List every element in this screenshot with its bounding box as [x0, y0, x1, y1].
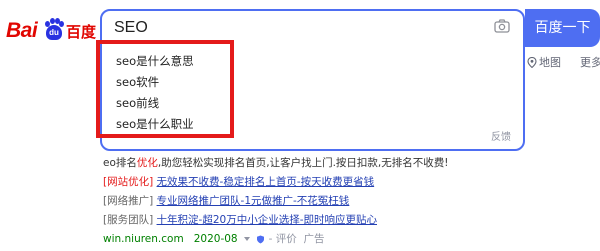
ad-sublink[interactable]: 专业网络推广团队-1元做推广-不花冤枉钱: [157, 195, 350, 207]
map-pin-icon: [527, 56, 537, 68]
ad-sublink[interactable]: 无效果不收费-稳定排名上首页-按天收费更省钱: [157, 176, 375, 188]
ad-date: 2020-08: [193, 233, 238, 245]
review-link[interactable]: 评价: [276, 233, 297, 245]
ad-sublink[interactable]: 十年积淀-超20万中小企业选择-即时响应更贴心: [157, 214, 377, 226]
ad-tag: [网络推广]: [103, 195, 154, 207]
map-link[interactable]: 地图: [527, 54, 561, 70]
suggestion-item[interactable]: seo前线: [116, 93, 194, 114]
shield-icon: [257, 235, 265, 243]
dropdown-arrow-icon[interactable]: [243, 237, 250, 241]
suggestion-item[interactable]: seo是什么意思: [116, 51, 194, 72]
ad-tag: [网站优化]: [103, 176, 154, 188]
suggestion-list: seo是什么意思 seo软件 seo前线 seo是什么职业: [116, 51, 194, 135]
more-link[interactable]: 更多: [580, 54, 600, 70]
ad-sublink-row: [网站优化] 无效果不收费-稳定排名上首页-按天收费更省钱: [103, 173, 600, 192]
baidu-logo[interactable]: Bai du 百度: [6, 18, 98, 44]
ad-url[interactable]: win.niuren.com: [103, 233, 184, 245]
ad-sublink-row: [服务团队] 十年积淀-超20万中小企业选择-即时响应更贴心: [103, 211, 600, 230]
ad-description: eo排名优化,助您轻松实现排名首页,让客户找上门.按日扣款,无排名不收费!: [103, 157, 449, 169]
paw-icon: du: [44, 18, 64, 40]
camera-icon[interactable]: [494, 19, 510, 33]
ad-footer: win.niuren.com 2020-08 - 评价 广告: [103, 233, 325, 245]
logo-chinese-text: 百度: [66, 23, 97, 41]
search-box: seo是什么意思 seo软件 seo前线 seo是什么职业 反馈: [100, 9, 525, 151]
feedback-link[interactable]: 反馈: [491, 128, 511, 143]
search-input[interactable]: [102, 11, 492, 45]
suggestion-item[interactable]: seo软件: [116, 72, 194, 93]
logo-bai-text: Bai: [6, 19, 38, 42]
results-area: eo排名优化,助您轻松实现排名首页,让客户找上门.按日扣款,无排名不收费! [网…: [103, 154, 600, 249]
ad-sublink-row: [网络推广] 专业网络推广团队-1元做推广-不花冤枉钱: [103, 192, 600, 211]
ad-label: 广告: [303, 233, 325, 245]
search-button[interactable]: 百度一下: [525, 9, 600, 47]
ad-tag: [服务团队]: [103, 214, 154, 226]
map-label: 地图: [539, 56, 561, 69]
suggestion-item[interactable]: seo是什么职业: [116, 114, 194, 135]
